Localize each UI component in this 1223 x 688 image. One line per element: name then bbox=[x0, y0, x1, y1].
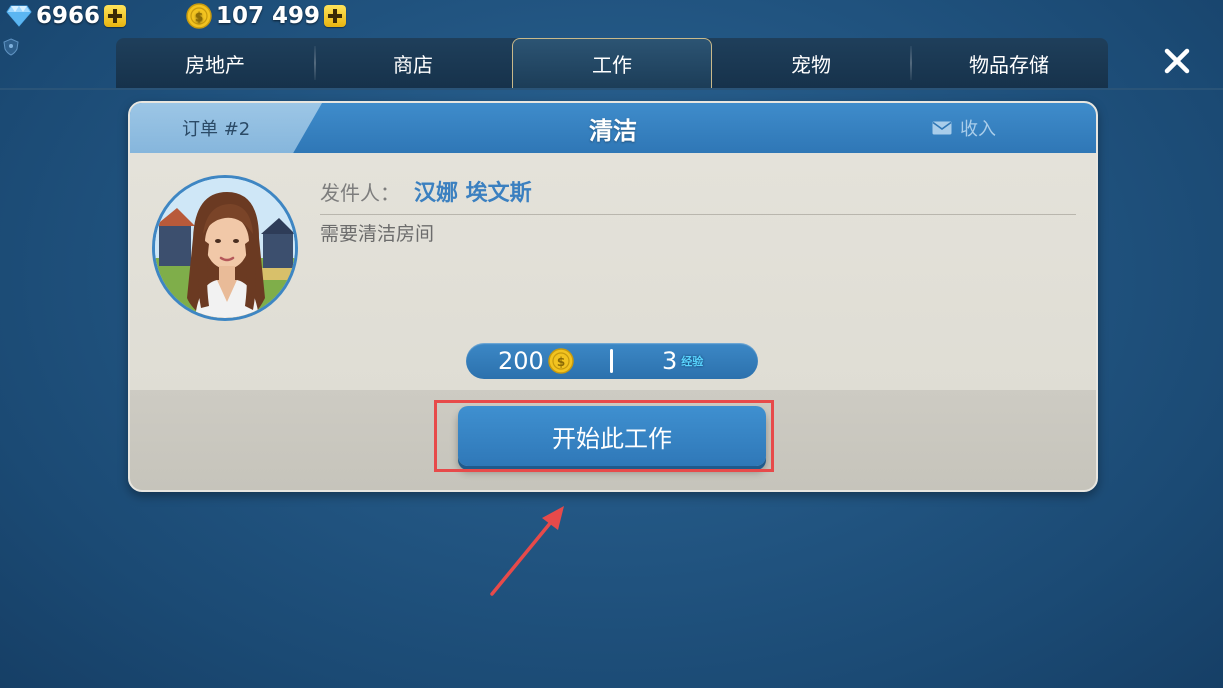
tab-label: 房地产 bbox=[185, 52, 245, 77]
divider bbox=[320, 214, 1076, 215]
svg-text:$: $ bbox=[195, 10, 203, 24]
sender-label: 发件人： bbox=[320, 181, 400, 205]
reward-xp-amount: 3 bbox=[662, 347, 678, 375]
arrow-annotation bbox=[490, 506, 564, 596]
avatar bbox=[152, 175, 298, 321]
reward-separator bbox=[610, 349, 613, 373]
coin-icon: $ bbox=[548, 348, 574, 374]
tab-pets[interactable]: 宠物 bbox=[712, 38, 910, 88]
svg-text:$: $ bbox=[557, 355, 565, 369]
add-coins-button[interactable] bbox=[324, 5, 347, 27]
reward-pill: 200 $ 3 经验 bbox=[466, 343, 758, 379]
tab-real-estate[interactable]: 房地产 bbox=[116, 38, 314, 88]
tab-item-storage[interactable]: 物品存储 bbox=[910, 38, 1108, 88]
inbox-label: 收入 bbox=[960, 119, 996, 140]
job-description: 需要清洁房间 bbox=[320, 223, 435, 245]
add-gems-button[interactable] bbox=[104, 5, 127, 27]
tab-shop[interactable]: 商店 bbox=[314, 38, 512, 88]
gem-icon bbox=[6, 5, 32, 27]
tab-label: 工作 bbox=[592, 53, 632, 77]
reward-xp: 3 经验 bbox=[662, 343, 703, 379]
gem-count: 6966 bbox=[36, 3, 101, 29]
inbox-link[interactable]: 收入 bbox=[932, 103, 996, 153]
tab-label: 物品存储 bbox=[969, 52, 1049, 77]
shield-icon[interactable] bbox=[3, 38, 19, 56]
coin-count: 107 499 bbox=[216, 3, 321, 29]
sender-line: 发件人： 汉娜 埃文斯 bbox=[320, 175, 532, 207]
reward-coin-amount: 200 bbox=[498, 347, 544, 375]
xp-label: 经验 bbox=[681, 355, 704, 368]
reward-coins: 200 $ bbox=[498, 343, 574, 379]
gem-counter: 6966 bbox=[6, 2, 127, 30]
tab-work[interactable]: 工作 bbox=[512, 38, 712, 88]
tab-label: 商店 bbox=[393, 52, 433, 77]
close-icon[interactable] bbox=[1160, 44, 1194, 78]
job-order-card: 订单 #2 清洁 收入 发件人： 汉娜 埃文斯 需要清洁房间 200 $ 3 经… bbox=[128, 101, 1098, 492]
start-job-button[interactable]: 开始此工作 bbox=[458, 406, 766, 466]
coin-counter: $ 107 499 bbox=[186, 2, 347, 30]
start-job-label: 开始此工作 bbox=[552, 424, 672, 453]
sender-name: 汉娜 埃文斯 bbox=[414, 181, 532, 206]
tab-bar-underline bbox=[0, 88, 1223, 90]
avatar-portrait bbox=[155, 178, 295, 318]
tab-label: 宠物 bbox=[791, 52, 831, 77]
mail-icon bbox=[932, 121, 952, 135]
main-tab-bar: 房地产 商店 工作 宠物 物品存储 bbox=[116, 38, 1108, 88]
coin-icon: $ bbox=[186, 3, 212, 29]
